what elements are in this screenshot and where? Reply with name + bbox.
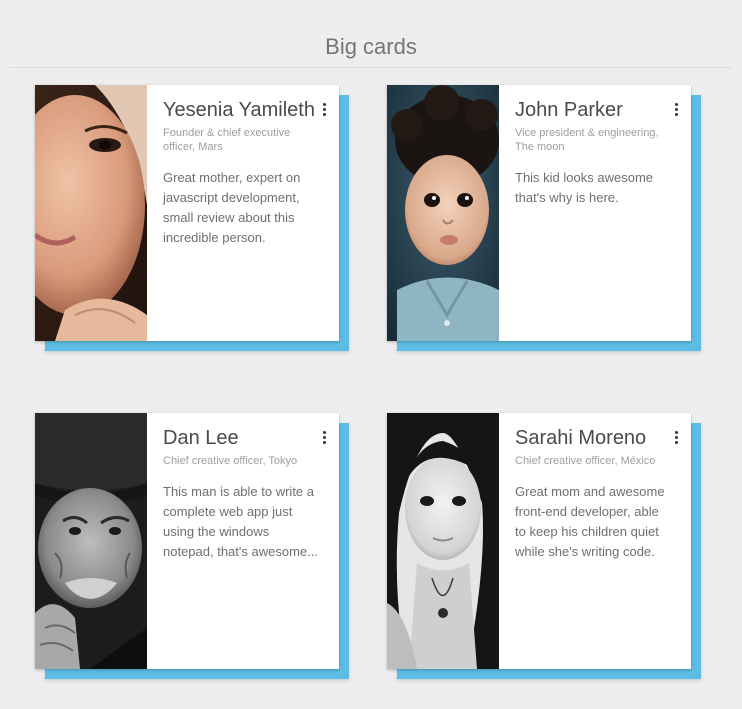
card-description: Great mom and awesome front-end develope…: [515, 484, 665, 559]
card-description: Great mother, expert on javascript devel…: [163, 170, 301, 245]
more-vert-icon[interactable]: [317, 429, 331, 447]
woman-portrait-photo: [35, 85, 147, 341]
menu-dot: [675, 436, 678, 439]
child-portrait-photo: [387, 85, 499, 341]
card-role: Vice president & engineering, The moon: [515, 127, 659, 153]
old-man-portrait-photo: [35, 413, 147, 669]
menu-dot: [323, 436, 326, 439]
profile-card: Yesenia Yamileth Founder & chief executi…: [35, 85, 349, 351]
card-body: Dan Lee Chief creative officer, Tokyo Th…: [163, 427, 321, 562]
menu-dot: [323, 431, 326, 434]
card-body: John Parker Vice president & engineering…: [515, 99, 673, 208]
menu-dot: [675, 431, 678, 434]
card-body: Yesenia Yamileth Founder & chief executi…: [163, 99, 321, 248]
menu-dot: [323, 103, 326, 106]
more-vert-icon[interactable]: [669, 429, 683, 447]
card-name: John Parker: [515, 99, 623, 121]
card-role: Chief creative officer, Tokyo: [163, 455, 298, 467]
more-vert-icon[interactable]: [317, 101, 331, 119]
menu-dot: [323, 441, 326, 444]
card-surface: Yesenia Yamileth Founder & chief executi…: [35, 85, 339, 341]
profile-card: John Parker Vice president & engineering…: [387, 85, 701, 351]
menu-dot: [675, 441, 678, 444]
card-surface: Dan Lee Chief creative officer, Tokyo Th…: [35, 413, 339, 669]
card-name: Sarahi Moreno: [515, 427, 647, 449]
woman-bw-portrait-photo: [387, 413, 499, 669]
card-body: Sarahi Moreno Chief creative officer, Mé…: [515, 427, 673, 562]
card-surface: John Parker Vice president & engineering…: [387, 85, 691, 341]
card-name: Dan Lee: [163, 427, 239, 449]
card-description: This kid looks awesome that's why is her…: [515, 170, 653, 205]
menu-dot: [675, 113, 678, 116]
card-surface: Sarahi Moreno Chief creative officer, Mé…: [387, 413, 691, 669]
menu-dot: [675, 108, 678, 111]
more-vert-icon[interactable]: [669, 101, 683, 119]
menu-dot: [323, 108, 326, 111]
card-role: Founder & chief executive officer, Mars: [163, 127, 291, 153]
menu-dot: [323, 113, 326, 116]
card-description: This man is able to write a complete web…: [163, 484, 318, 559]
profile-card: Sarahi Moreno Chief creative officer, Mé…: [387, 413, 701, 679]
page-header: Big cards: [10, 0, 732, 68]
card-name: Yesenia Yamileth: [163, 99, 315, 121]
page-title: Big cards: [325, 34, 417, 59]
menu-dot: [675, 103, 678, 106]
card-role: Chief creative officer, México: [515, 455, 656, 467]
profile-card: Dan Lee Chief creative officer, Tokyo Th…: [35, 413, 349, 679]
